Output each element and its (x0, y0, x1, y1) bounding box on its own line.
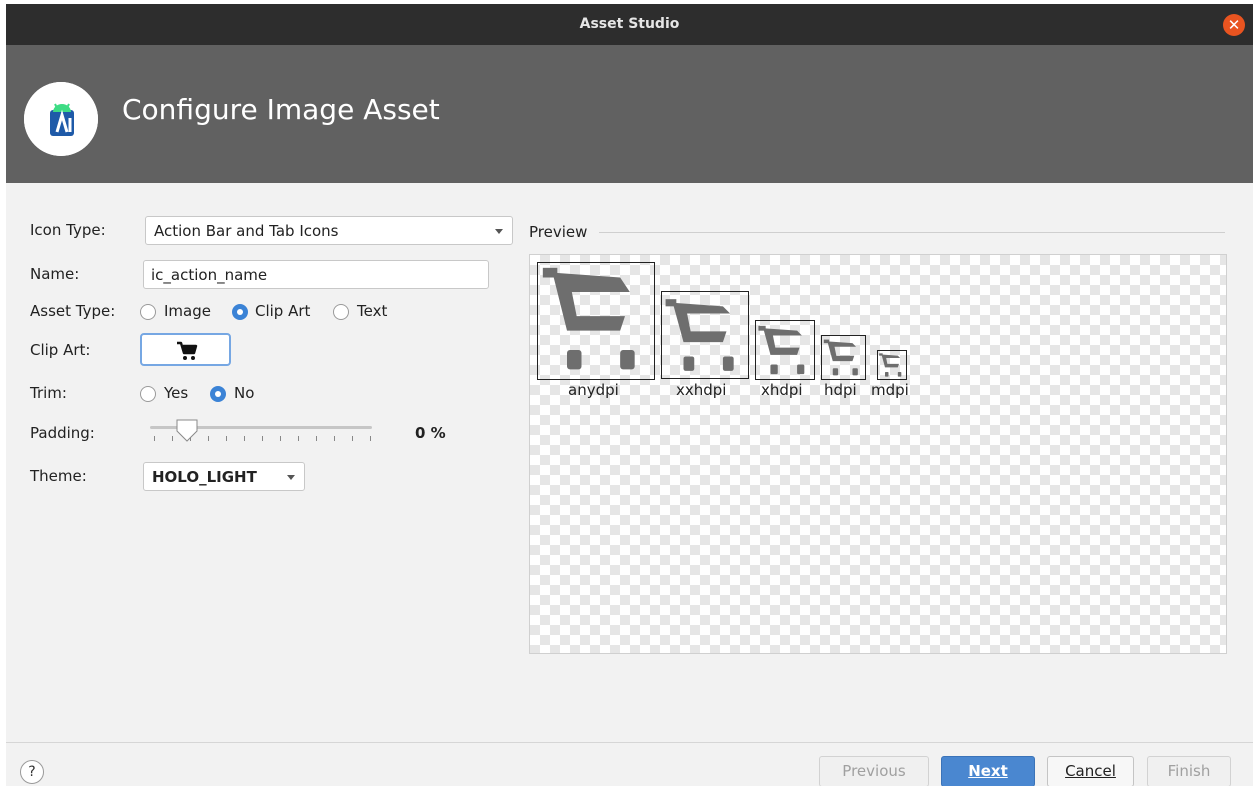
preview-xxhdpi-label: xxhdpi (676, 381, 727, 399)
slider-tick (172, 436, 173, 441)
slider-tick (226, 436, 227, 441)
slider-tick (280, 436, 281, 441)
shopping-cart-icon (177, 341, 198, 360)
next-button-label: Next (968, 762, 1008, 780)
divider (599, 232, 1225, 233)
asset-type-text-radio[interactable] (333, 304, 349, 320)
trim-label: Trim: (30, 384, 67, 402)
clip-art-button[interactable] (140, 333, 231, 366)
preview-mdpi-label: mdpi (871, 381, 909, 399)
preview-xxhdpi-icon (661, 291, 749, 379)
cancel-button[interactable]: Cancel (1047, 756, 1134, 786)
preview-title: Preview (529, 223, 588, 241)
asset-type-image-radio[interactable] (140, 304, 156, 320)
slider-tick (298, 436, 299, 441)
asset-type-text-label[interactable]: Text (357, 302, 387, 320)
shopping-cart-icon (665, 299, 734, 371)
slider-tick (334, 436, 335, 441)
preview-canvas: anydpi xxhdpi xhdpi hdpi mdpi (529, 254, 1227, 654)
theme-value: HOLO_LIGHT (152, 468, 257, 486)
shopping-cart-icon (542, 267, 635, 370)
preview-anydpi-icon (537, 262, 655, 380)
next-button[interactable]: Next (941, 756, 1035, 786)
icon-type-dropdown[interactable]: Action Bar and Tab Icons (145, 216, 513, 245)
slider-tick (370, 436, 371, 441)
shopping-cart-icon (758, 325, 805, 375)
theme-label: Theme: (30, 467, 87, 485)
page-title: Configure Image Asset (122, 93, 440, 126)
chevron-down-icon (287, 475, 295, 480)
slider-tick (262, 436, 263, 441)
android-studio-logo-icon (24, 82, 98, 156)
divider (6, 742, 1253, 743)
close-icon[interactable]: ✕ (1223, 14, 1245, 36)
trim-no-radio[interactable] (210, 386, 226, 402)
trim-yes-radio[interactable] (140, 386, 156, 402)
slider-tick (316, 436, 317, 441)
slider-tick (352, 436, 353, 441)
slider-tick (154, 436, 155, 441)
asset-type-image-label[interactable]: Image (164, 302, 211, 320)
previous-button[interactable]: Previous (819, 756, 929, 786)
trim-yes-label[interactable]: Yes (164, 384, 188, 402)
asset-type-label: Asset Type: (30, 302, 116, 320)
wizard-header: Configure Image Asset (6, 45, 1253, 183)
preview-mdpi-icon (877, 350, 907, 380)
icon-type-label: Icon Type: (30, 221, 106, 239)
preview-hdpi-label: hdpi (824, 381, 857, 399)
asset-type-clipart-label[interactable]: Clip Art (255, 302, 310, 320)
preview-hdpi-icon (821, 335, 866, 380)
finish-button[interactable]: Finish (1147, 756, 1231, 786)
preview-xhdpi-label: xhdpi (761, 381, 803, 399)
padding-slider-thumb[interactable] (175, 419, 199, 443)
theme-dropdown[interactable]: HOLO_LIGHT (143, 462, 305, 491)
asset-type-clipart-radio[interactable] (232, 304, 248, 320)
trim-no-label[interactable]: No (234, 384, 254, 402)
chevron-down-icon (495, 229, 503, 234)
padding-label: Padding: (30, 424, 95, 442)
padding-value: 0 % (415, 424, 446, 442)
help-button[interactable]: ? (20, 760, 44, 784)
shopping-cart-icon (879, 353, 902, 377)
icon-type-value: Action Bar and Tab Icons (154, 222, 339, 240)
shopping-cart-icon (823, 339, 858, 376)
window-title: Asset Studio (579, 16, 680, 32)
asset-studio-window: Asset Studio ✕ Configure Image Asset Ico… (6, 4, 1253, 786)
name-input[interactable]: ic_action_name (143, 260, 489, 289)
clip-art-label: Clip Art: (30, 341, 91, 359)
slider-tick (244, 436, 245, 441)
title-bar: Asset Studio ✕ (6, 4, 1253, 45)
preview-xhdpi-icon (755, 320, 815, 380)
slider-tick (208, 436, 209, 441)
cancel-button-label: Cancel (1065, 762, 1116, 780)
name-label: Name: (30, 265, 80, 283)
preview-anydpi-label: anydpi (568, 381, 619, 399)
